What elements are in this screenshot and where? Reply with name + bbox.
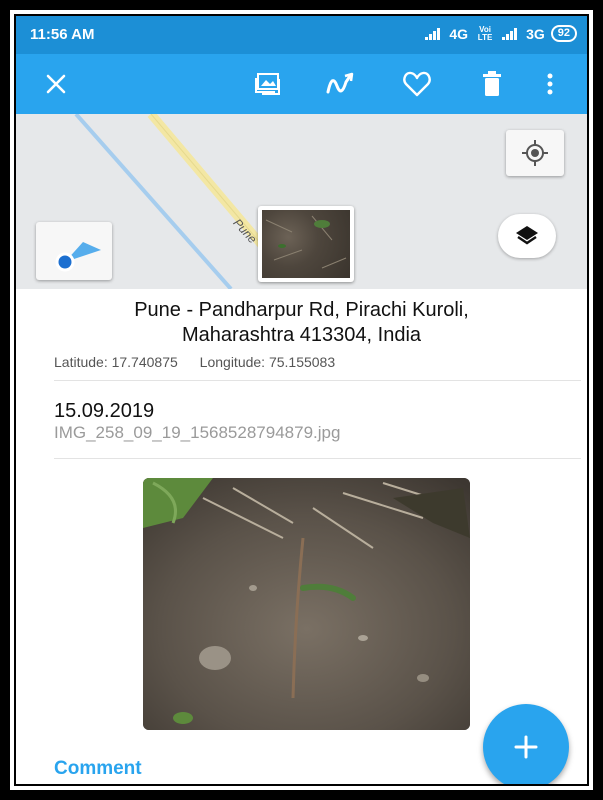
status-bar: 11:56 AM 4G Voi LTE 3G 92: [16, 16, 587, 54]
my-location-button[interactable]: [506, 130, 564, 176]
status-indicators: 4G Voi LTE 3G 92: [425, 25, 577, 42]
battery-indicator: 92: [550, 25, 577, 42]
network-type-1: 4G: [449, 25, 469, 42]
status-time: 11:56 AM: [30, 26, 95, 43]
map-view[interactable]: Pune: [16, 114, 587, 289]
signal-icon: [502, 27, 520, 40]
photo-image[interactable]: [143, 478, 470, 730]
latitude-text: Latitude: 17.740875: [54, 354, 178, 370]
address-line-2: Maharashtra 413304, India: [181, 324, 422, 346]
divider: [54, 380, 581, 381]
add-button[interactable]: [483, 704, 569, 784]
coordinates: Latitude: 17.740875 Longitude: 75.155083: [54, 354, 353, 370]
longitude-text: Longitude: 75.155083: [199, 354, 336, 370]
network-type-2: 3G: [526, 25, 545, 42]
delete-icon[interactable]: [476, 68, 508, 100]
plus-icon: [514, 735, 538, 759]
my-location-icon: [522, 140, 548, 166]
layers-icon: [516, 226, 538, 245]
address-line-1: Pune - Pandharpur Rd, Pirachi Kuroli,: [134, 299, 469, 321]
close-icon[interactable]: [40, 68, 72, 100]
layers-button[interactable]: [498, 214, 556, 258]
photo-thumbnail: [262, 210, 350, 278]
more-icon[interactable]: [534, 68, 566, 100]
photo-filename: IMG_258_09_19_1568528794879.jpg: [54, 423, 341, 442]
divider: [54, 458, 581, 459]
route-icon[interactable]: [324, 68, 356, 100]
address-text: Pune - Pandharpur Rd, Pirachi Kuroli, Ma…: [16, 298, 587, 348]
signal-icon: [425, 27, 443, 40]
gallery-icon[interactable]: [253, 68, 285, 100]
compass-button[interactable]: [36, 222, 112, 280]
app-screen: 11:56 AM 4G Voi LTE 3G 92 Pune Pune - Pa…: [16, 16, 587, 784]
photo-date: 15.09.2019: [54, 400, 155, 422]
app-toolbar: [16, 54, 587, 114]
comment-label[interactable]: Comment: [54, 758, 142, 780]
favorite-icon[interactable]: [401, 68, 433, 100]
direction-icon: [55, 242, 101, 272]
volte-label: Voi LTE: [477, 24, 493, 42]
photo-marker[interactable]: [258, 206, 354, 282]
